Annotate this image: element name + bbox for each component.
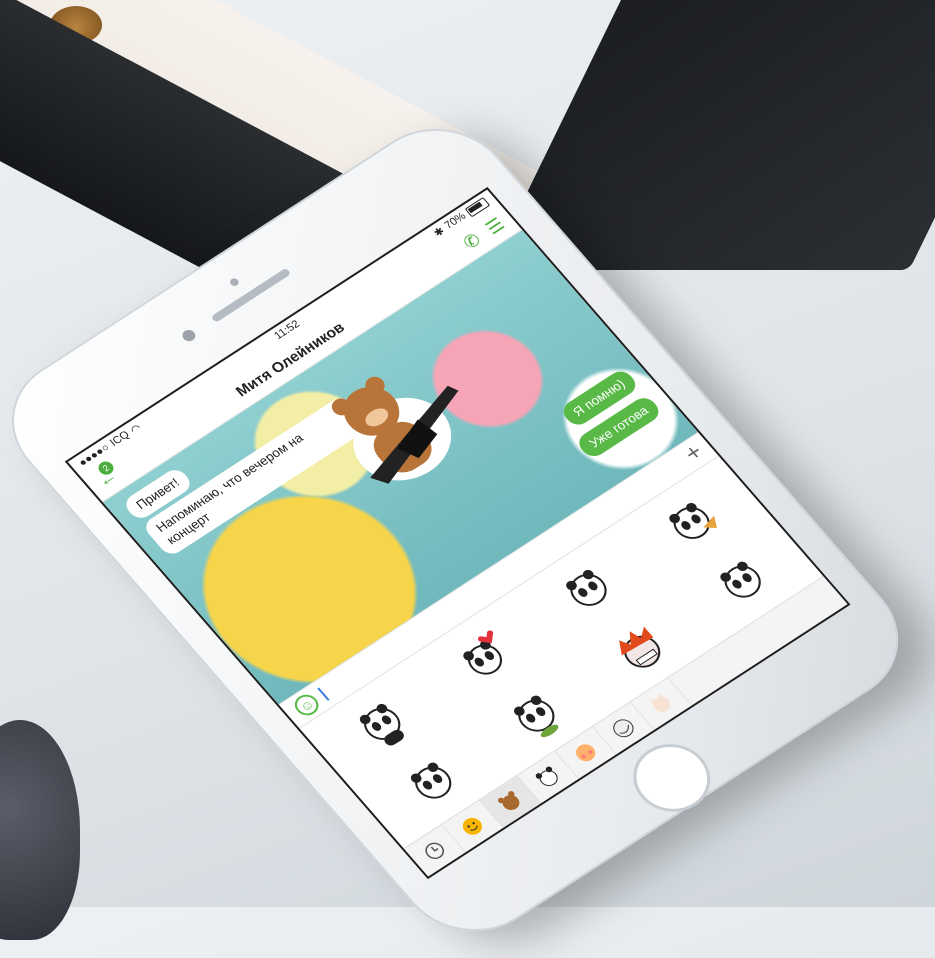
- bear-icon: [497, 791, 520, 811]
- panda-icon: [410, 762, 451, 799]
- clock-icon: [425, 842, 445, 860]
- troll-face-icon: [613, 719, 634, 738]
- panda-icon: [565, 569, 606, 606]
- menu-icon[interactable]: ☰: [481, 214, 508, 239]
- panda-icon: [513, 695, 558, 738]
- bluetooth-icon: ✱: [431, 224, 448, 240]
- phone-call-icon[interactable]: ✆: [459, 229, 486, 253]
- angry-face-icon: [618, 626, 660, 668]
- bear-guitar-sticker[interactable]: [291, 335, 510, 523]
- panda-icon: [719, 561, 761, 598]
- back-button[interactable]: ← 2: [92, 458, 121, 491]
- cat-face-icon: [651, 693, 671, 713]
- panda-icon: [668, 502, 717, 539]
- panda-heart-icon: [462, 630, 502, 675]
- plush-toy: [0, 720, 80, 940]
- text-caret: [317, 687, 330, 701]
- panda-icon: [535, 766, 558, 787]
- panda-icon: [359, 703, 404, 746]
- blush-face-icon: [576, 744, 596, 762]
- smiley-icon: [462, 817, 483, 835]
- add-attachment-button[interactable]: +: [679, 439, 709, 467]
